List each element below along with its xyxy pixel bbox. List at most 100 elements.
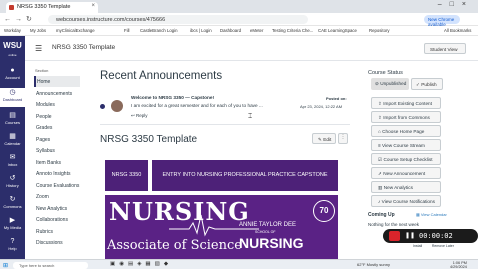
nav-history[interactable]: ↺ History — [0, 175, 25, 188]
courses-icon: ▤ — [9, 112, 16, 119]
course-nav-grades[interactable]: Grades — [34, 122, 80, 133]
view-course-notifications-button[interactable]: ♪ View Course Notifications — [371, 195, 441, 207]
bookmark-item[interactable]: CAE LearningSpace — [318, 28, 357, 33]
button-label: Course Setup Checklist — [383, 156, 433, 162]
posted-label: Posted on: — [326, 96, 347, 101]
recent-announcements-title: Recent Announcements — [100, 70, 223, 82]
account-icon: ● — [10, 67, 15, 74]
avatar — [111, 100, 123, 112]
taskbar-app-icons[interactable]: ▣◉▤◈▦▧◆ — [110, 261, 172, 267]
course-setup-checklist-button[interactable]: ☑ Course Setup Checklist — [371, 153, 441, 165]
course-nav-syllabus[interactable]: Syllabus — [34, 145, 80, 156]
close-tab-icon[interactable]: × — [91, 3, 95, 9]
window-controls[interactable]: –□× — [438, 1, 474, 8]
nav-commons[interactable]: ↻ Commons — [0, 196, 25, 209]
nav-dashboard[interactable]: ◷ Dashboard — [0, 88, 25, 107]
view-course-stream-button[interactable]: ≡ View Course Stream — [371, 139, 441, 151]
edit-label: Edit — [323, 136, 332, 142]
pause-icon[interactable]: ❚❚ — [405, 232, 415, 239]
bookmark-item[interactable]: Workday — [4, 28, 21, 33]
reply-label: Reply — [136, 113, 148, 118]
nav-account[interactable]: ● Account — [0, 67, 25, 80]
install-button[interactable]: Install — [413, 244, 422, 248]
course-nav-zoom[interactable]: Zoom — [34, 191, 80, 202]
button-label: Choose Home Page — [382, 128, 425, 134]
course-nav-annoto-insights[interactable]: Annoto Insights — [34, 168, 80, 179]
course-nav-item-banks[interactable]: Item Banks — [34, 157, 80, 168]
announcement-item[interactable]: Welcome to NRSG 3350 — Capstone! I am ex… — [100, 91, 350, 125]
course-nav-new-analytics[interactable]: New Analytics — [34, 203, 80, 214]
nav-inbox[interactable]: ✉ Inbox — [0, 154, 25, 167]
page-title: NRSG 3350 Template — [100, 134, 198, 145]
global-nav: WSU online ● Account ◷ Dashboard ▤ Courses … — [0, 36, 25, 259]
announcement-title[interactable]: Welcome to NRSG 3350 — Capstone! — [131, 95, 214, 100]
course-nav-discussions[interactable]: Discussions — [34, 237, 80, 248]
bookmark-item[interactable]: CastleBranch Login — [140, 28, 178, 33]
unread-dot-icon — [100, 104, 105, 109]
hamburger-menu-icon[interactable]: ☰ — [35, 44, 42, 53]
import-from-commons-button[interactable]: ⇪ Import from Commons — [371, 111, 441, 123]
nav-label: Courses — [5, 120, 20, 125]
bookmark-item[interactable]: Dashboard — [220, 28, 241, 33]
nav-courses[interactable]: ▤ Courses — [0, 112, 25, 125]
course-title[interactable]: NRSG 3350 Template — [52, 44, 115, 51]
help-icon: ? — [10, 238, 15, 245]
publish-button[interactable]: ✓ Publish — [411, 78, 443, 90]
logo-subtext: online — [8, 53, 17, 57]
wsu-logo[interactable]: WSU online — [2, 39, 23, 59]
remove-later-button[interactable]: Remove Later — [432, 244, 454, 248]
nav-help[interactable]: ? Help — [0, 238, 25, 251]
bookmark-item[interactable]: eMeter — [250, 28, 263, 33]
new-chrome-button[interactable]: New Chrome available — [424, 15, 460, 27]
course-nav-people[interactable]: People — [34, 111, 80, 122]
student-view-button[interactable]: Student View — [424, 43, 466, 54]
coming-up-heading: Coming Up — [368, 212, 395, 218]
stop-recording-button[interactable] — [389, 231, 400, 241]
unpublished-button[interactable]: ⊘ Unpublished — [371, 78, 409, 90]
taskbar-clock[interactable]: 1:06 PM 4/29/2024 — [450, 261, 467, 270]
course-nav-modules[interactable]: Modules — [34, 99, 80, 110]
course-nav-pages[interactable]: Pages — [34, 134, 80, 145]
bookmark-item[interactable]: myClinicalExchange — [56, 28, 95, 33]
edit-button[interactable]: ✎ Edit — [312, 133, 336, 144]
banner-school-name: ANNIE TAYLOR DEE — [239, 222, 297, 228]
url-field[interactable]: webcourses.instructure.com/courses/47566… — [48, 15, 308, 24]
import-existing-content-button[interactable]: ⇪ Import Existing Content — [371, 97, 441, 109]
bookmark-item[interactable]: My Jobs — [30, 28, 46, 33]
nursing-banner-image: NURSING 70 ANNIE TAYLOR DEE SCHOOL OF NU… — [105, 195, 338, 259]
nav-buttons[interactable]: ←→↻ — [4, 15, 36, 23]
bookmark-item[interactable]: Fill — [124, 28, 130, 33]
taskbar-search-field[interactable]: Type here to search — [13, 261, 88, 269]
course-nav-course-evaluations[interactable]: Course Evaluations — [34, 180, 80, 191]
reply-link[interactable]: ↩ Reply — [131, 113, 148, 119]
nav-label: History — [6, 183, 19, 188]
calendar-icon: ▦ — [9, 133, 16, 140]
nothing-upcoming-text: Nothing for the next week — [368, 222, 420, 227]
new-analytics-button[interactable]: ▥ New Analytics — [371, 181, 441, 193]
weather-widget[interactable]: 62°F Mostly sunny — [357, 262, 390, 267]
nav-my-media[interactable]: ▶ My Media — [0, 217, 25, 230]
view-calendar-link[interactable]: ▦ View Calendar — [416, 212, 447, 217]
course-nav-header: Section — [35, 68, 49, 73]
bookmark-item[interactable]: All Bookmarks — [444, 28, 471, 33]
posted-date: Apr 23, 2024, 12:22 AM — [300, 104, 343, 109]
nav-label: Dashboard — [2, 97, 23, 102]
bookmark-item[interactable]: Testing Criteria Che... — [272, 28, 313, 33]
more-options-icon[interactable]: ⋮ — [338, 133, 348, 144]
bookmark-item[interactable]: ibcs | Login — [190, 28, 212, 33]
course-nav-home[interactable]: Home — [34, 76, 80, 87]
choose-home-page-button[interactable]: ⌂ Choose Home Page — [371, 125, 441, 137]
nav-calendar[interactable]: ▦ Calendar — [0, 133, 25, 146]
bookmarks-bar: Workday My Jobs myClinicalExchange Fill … — [0, 26, 478, 36]
bookmark-item[interactable]: Repository — [369, 28, 390, 33]
browser-tab[interactable]: NRSG 3350 Template × — [6, 2, 98, 13]
history-icon: ↺ — [9, 175, 16, 182]
windows-start-icon[interactable]: ⊞ — [3, 262, 8, 269]
course-nav-announcements[interactable]: Announcements — [34, 88, 80, 99]
course-nav-collaborations[interactable]: Collaborations — [34, 214, 80, 225]
button-label: New Analytics — [383, 184, 413, 190]
course-header: ☰ NRSG 3350 Template Student View — [25, 36, 478, 61]
course-nav-rubrics[interactable]: Rubrics — [34, 226, 80, 237]
new-announcement-button[interactable]: ➚ New Announcement — [371, 167, 441, 179]
my-media-icon: ▶ — [9, 217, 16, 224]
